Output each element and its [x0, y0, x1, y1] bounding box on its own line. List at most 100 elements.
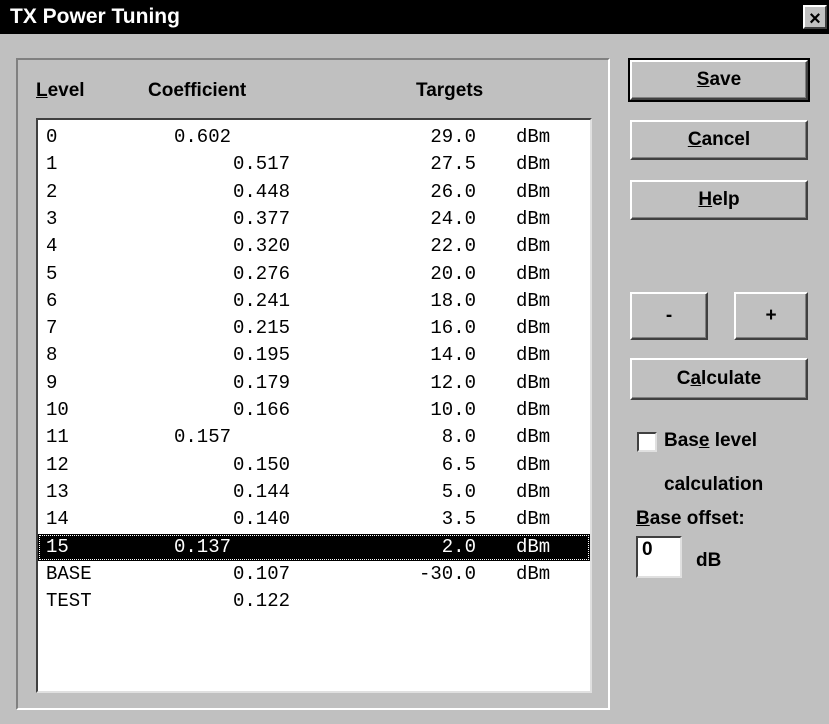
row-unit: dBm	[516, 153, 551, 176]
decrement-button[interactable]: -	[630, 292, 708, 340]
row-target: 16.0	[430, 317, 476, 340]
row-target: 18.0	[430, 289, 476, 312]
row-level: 5	[46, 262, 58, 285]
table-row[interactable]: TEST 0.122	[38, 588, 590, 615]
row-coefficient: 0.448	[233, 180, 291, 203]
row-unit: dBm	[516, 426, 551, 449]
row-level: 12	[46, 453, 69, 476]
help-button[interactable]: Help	[630, 180, 808, 220]
close-button[interactable]: ×	[803, 5, 827, 30]
row-unit: dBm	[516, 399, 551, 421]
row-unit: dBm	[516, 562, 551, 585]
row-level: 8	[46, 344, 58, 367]
table-row[interactable]: 11 0.157 8.0 dBm	[38, 424, 590, 451]
column-header-level: Level	[36, 80, 85, 101]
row-level: 0	[46, 126, 58, 148]
row-target: 20.0	[430, 262, 476, 285]
increment-button[interactable]: +	[734, 292, 808, 340]
base-offset-input[interactable]: 0	[636, 536, 682, 578]
row-target: 12.0	[430, 371, 476, 394]
row-unit: dBm	[516, 344, 551, 367]
row-coefficient: 0.320	[233, 235, 291, 258]
table-row[interactable]: 4 0.320 22.0 dBm	[38, 233, 590, 260]
table-row[interactable]: 6 0.241 18.0 dBm	[38, 288, 590, 315]
table-row[interactable]: 12 0.150 6.5 dBm	[38, 452, 590, 479]
row-unit: dBm	[516, 317, 551, 340]
table-row[interactable]: 0 0.602 29.0 dBm	[38, 124, 590, 151]
base-level-label-line2: calculation	[664, 474, 764, 495]
row-coefficient: 0.602	[174, 126, 232, 148]
row-unit: dBm	[516, 126, 551, 148]
row-coefficient: 0.150	[233, 453, 291, 476]
table-row[interactable]: 1 0.517 27.5 dBm	[38, 151, 590, 178]
row-unit: dBm	[516, 262, 551, 285]
row-coefficient: 0.144	[233, 480, 291, 503]
row-coefficient: 0.137	[174, 535, 232, 558]
row-target: 10.0	[430, 399, 476, 421]
base-offset-unit: dB	[696, 550, 722, 571]
row-level: 3	[46, 207, 58, 230]
table-row[interactable]: 9 0.179 12.0 dBm	[38, 370, 590, 397]
row-level: BASE	[46, 562, 92, 585]
table-row[interactable]: 14 0.140 3.5 dBm	[38, 506, 590, 533]
title-bar: TX Power Tuning ×	[0, 0, 829, 34]
close-icon: ×	[809, 8, 821, 30]
column-header-targets: Targets	[416, 80, 484, 101]
row-level: 7	[46, 317, 58, 340]
save-button[interactable]: Save	[628, 58, 810, 102]
table-row[interactable]: 2 0.448 26.0 dBm	[38, 179, 590, 206]
row-target: 22.0	[430, 235, 476, 258]
row-coefficient: 0.166	[233, 399, 291, 421]
window-title: TX Power Tuning	[10, 5, 180, 28]
row-coefficient: 0.241	[233, 289, 291, 312]
row-level: 4	[46, 235, 58, 258]
row-level: TEST	[46, 590, 92, 613]
row-unit: dBm	[516, 508, 551, 531]
table-row[interactable]: 10 0.166 10.0 dBm	[38, 397, 590, 424]
row-unit: dBm	[516, 453, 551, 476]
level-listbox[interactable]: 0 0.602 29.0 dBm 1 0.517 27.5 dBm 2 0.448 26.0 dBm 3…	[36, 118, 592, 693]
table-row[interactable]: 5 0.276 20.0 dBm	[38, 261, 590, 288]
table-row[interactable]: 7 0.215 16.0 dBm	[38, 315, 590, 342]
base-offset-label: Base offset:	[636, 508, 745, 529]
row-level: 11	[46, 426, 69, 449]
row-target: 2.0	[441, 535, 476, 558]
row-level: 14	[46, 508, 69, 531]
row-target: 14.0	[430, 344, 476, 367]
row-target: 3.5	[441, 508, 476, 531]
row-level: 10	[46, 399, 69, 421]
row-unit: dBm	[516, 535, 551, 558]
table-row[interactable]: 13 0.144 5.0 dBm	[38, 479, 590, 506]
table-row[interactable]: 8 0.195 14.0 dBm	[38, 342, 590, 369]
row-coefficient: 0.179	[233, 371, 291, 394]
row-target: 27.5	[430, 153, 476, 176]
row-target: 29.0	[430, 126, 476, 148]
row-target: 8.0	[441, 426, 476, 449]
calculate-button[interactable]: Calculate	[630, 358, 808, 400]
row-coefficient: 0.517	[233, 153, 291, 176]
table-row[interactable]: 15 0.137 2.0 dBm	[38, 533, 590, 561]
row-unit: dBm	[516, 480, 551, 503]
row-coefficient: 0.140	[233, 508, 291, 531]
row-unit: dBm	[516, 371, 551, 394]
row-level: 1	[46, 153, 58, 176]
base-level-checkbox[interactable]	[637, 432, 657, 452]
table-row[interactable]: BASE 0.107 -30.0 dBm	[38, 561, 590, 588]
row-coefficient: 0.107	[233, 562, 291, 585]
row-target: 5.0	[441, 480, 476, 503]
row-target: -30.0	[418, 562, 476, 585]
cancel-button[interactable]: Cancel	[630, 120, 808, 160]
row-unit: dBm	[516, 289, 551, 312]
row-unit: dBm	[516, 235, 551, 258]
row-coefficient: 0.195	[233, 344, 291, 367]
row-target: 24.0	[430, 207, 476, 230]
row-target: 26.0	[430, 180, 476, 203]
row-level: 9	[46, 371, 58, 394]
row-level: 2	[46, 180, 58, 203]
table-row[interactable]: 3 0.377 24.0 dBm	[38, 206, 590, 233]
row-coefficient: 0.276	[233, 262, 291, 285]
row-unit: dBm	[516, 180, 551, 203]
row-coefficient: 0.215	[233, 317, 291, 340]
base-level-label: Base level	[664, 430, 757, 451]
row-coefficient: 0.377	[233, 207, 291, 230]
